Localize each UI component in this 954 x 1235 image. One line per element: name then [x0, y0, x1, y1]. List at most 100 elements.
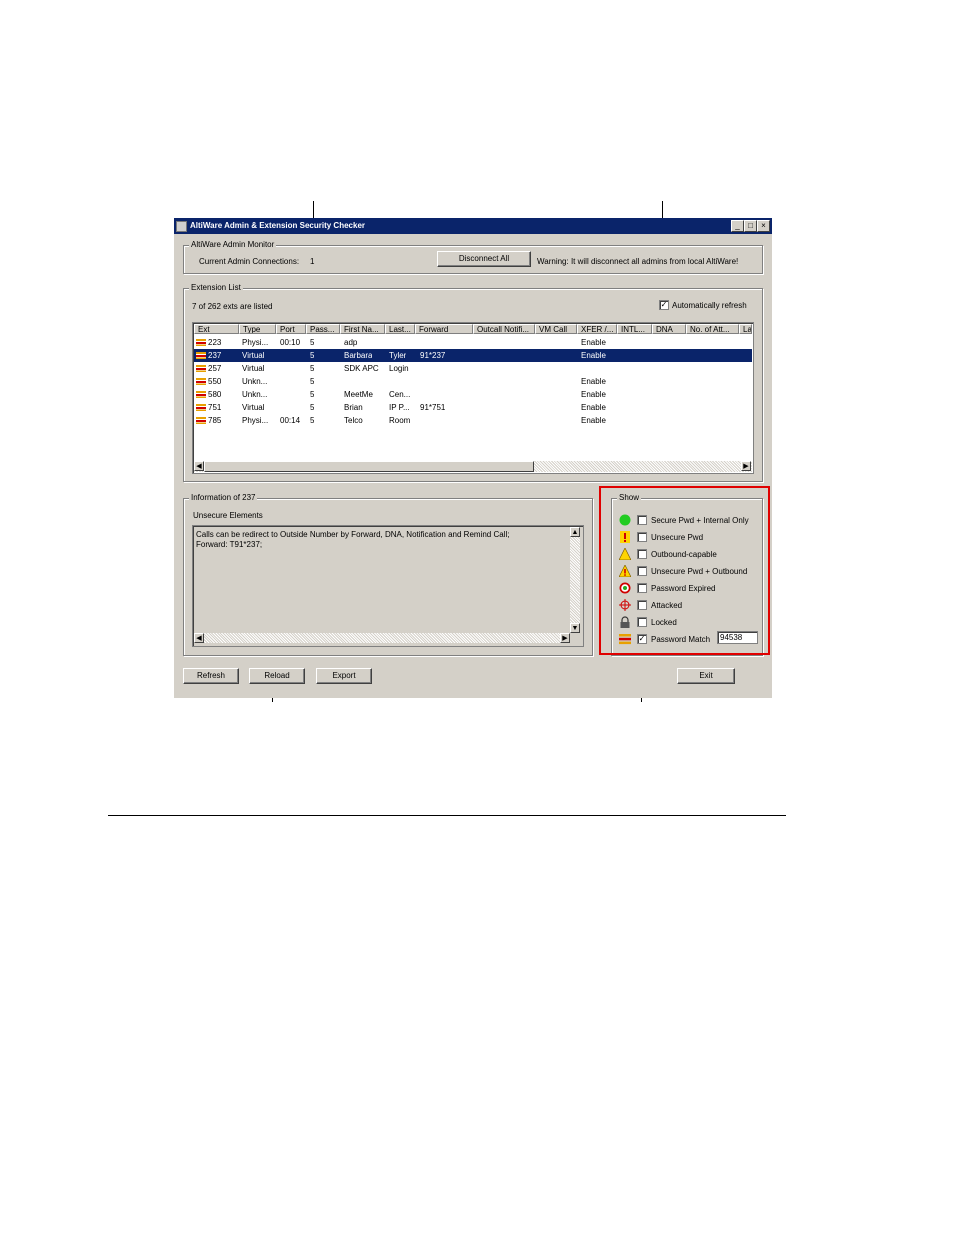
information-text-area[interactable]: Calls can be redirect to Outside Number … [192, 525, 584, 647]
info-scroll-up-button[interactable]: ▲ [570, 527, 580, 537]
col-outcall-notification[interactable]: Outcall Notifi... [473, 324, 535, 334]
table-row[interactable]: 785 Physi... 00:14 5 Telco Room Enable [194, 414, 752, 427]
cell-ext: 785 [208, 416, 222, 425]
cell-ext: 223 [208, 338, 222, 347]
info-hscroll-track[interactable] [204, 633, 560, 643]
cell-first: Brian [344, 403, 363, 412]
admin-connections-label: Current Admin Connections: [199, 257, 300, 266]
info-vscroll-track[interactable] [570, 537, 580, 623]
password-match-icon [196, 404, 206, 411]
cell-first: Telco [344, 416, 363, 425]
table-row[interactable]: 550 Unkn... 5 Enable [194, 375, 752, 388]
window-title: AltiWare Admin & Extension Security Chec… [190, 221, 366, 230]
info-line-1: Calls can be redirect to Outside Number … [196, 530, 510, 539]
information-label: Information of 237 [189, 493, 258, 502]
cell-forward: 91*237 [420, 351, 446, 360]
maximize-button[interactable]: □ [744, 220, 757, 232]
cell-ext: 237 [208, 351, 222, 360]
cell-pass: 5 [310, 364, 315, 373]
scroll-left-button[interactable]: ◀ [194, 461, 204, 471]
unsecure-elements-title: Unsecure Elements [193, 511, 263, 520]
info-scroll-right-button[interactable]: ▶ [560, 633, 570, 643]
info-line-2: Forward: T91*237; [196, 540, 263, 549]
cell-first: adp [344, 338, 358, 347]
scroll-thumb[interactable] [204, 461, 534, 472]
password-match-icon [196, 365, 206, 372]
table-row-selected[interactable]: 237 Virtual 5 Barbara Tyler 91*237 Enabl… [194, 349, 752, 362]
cell-pass: 5 [310, 390, 315, 399]
app-icon [176, 221, 187, 232]
cell-port: 00:14 [280, 416, 301, 425]
col-forward[interactable]: Forward [415, 324, 473, 334]
cell-xfer: Enable [581, 338, 606, 347]
cell-pass: 5 [310, 416, 315, 425]
col-last[interactable]: La [739, 324, 752, 334]
col-last-name[interactable]: Last... [385, 324, 415, 334]
cell-ext: 751 [208, 403, 222, 412]
cell-last: Cen... [389, 390, 411, 399]
minimize-button[interactable]: _ [731, 220, 744, 232]
cell-forward: 91*751 [420, 403, 446, 412]
cell-first: MeetMe [344, 390, 373, 399]
cell-pass: 5 [310, 377, 315, 386]
extension-table[interactable]: Ext Type Port Pass... First Na... Last..… [192, 322, 754, 474]
close-button[interactable]: × [757, 220, 770, 232]
refresh-button[interactable]: Refresh [183, 668, 239, 684]
cell-last: IP P... [389, 403, 410, 412]
table-row[interactable]: 257 Virtual 5 SDK APC Login [194, 362, 752, 375]
cell-port: 00:10 [280, 338, 301, 347]
cell-pass: 5 [310, 403, 315, 412]
exit-button[interactable]: Exit [677, 668, 735, 684]
table-row[interactable]: 751 Virtual 5 Brian IP P... 91*751 Enabl… [194, 401, 752, 414]
table-horizontal-scrollbar[interactable]: ◀ ▶ [194, 461, 752, 472]
admin-monitor-group: AltiWare Admin Monitor Current Admin Con… [183, 240, 763, 274]
export-button[interactable]: Export [316, 668, 372, 684]
cell-last: Tyler [389, 351, 407, 360]
disconnect-all-button[interactable]: Disconnect All [437, 251, 531, 267]
cell-xfer: Enable [581, 416, 606, 425]
auto-refresh-label: Automatically refresh [672, 301, 747, 310]
col-port[interactable]: Port [276, 324, 306, 334]
col-pass[interactable]: Pass... [306, 324, 340, 334]
cell-pass: 5 [310, 351, 315, 360]
cell-last: Login [389, 364, 409, 373]
password-match-icon [196, 391, 206, 398]
table-row[interactable]: 223 Physi... 00:10 5 adp Enable [194, 336, 752, 349]
admin-connections-value: 1 [310, 257, 315, 266]
disconnect-warning: Warning: It will disconnect all admins f… [537, 257, 739, 266]
col-dna[interactable]: DNA [652, 324, 686, 334]
info-scroll-down-button[interactable]: ▼ [570, 623, 580, 633]
password-match-icon [196, 417, 206, 424]
table-row[interactable]: 580 Unkn... 5 MeetMe Cen... Enable [194, 388, 752, 401]
show-highlight-box [599, 486, 770, 655]
password-match-icon [196, 339, 206, 346]
extension-list-label: Extension List [189, 283, 243, 292]
cell-first: Barbara [344, 351, 373, 360]
cell-xfer: Enable [581, 390, 606, 399]
cell-type: Unkn... [242, 390, 268, 399]
cell-type: Unkn... [242, 377, 268, 386]
table-header: Ext Type Port Pass... First Na... Last..… [194, 324, 752, 335]
cell-ext: 550 [208, 377, 222, 386]
scroll-right-button[interactable]: ▶ [741, 461, 751, 471]
reload-button[interactable]: Reload [249, 668, 305, 684]
admin-monitor-label: AltiWare Admin Monitor [189, 240, 277, 249]
cell-type: Physi... [242, 416, 269, 425]
cell-type: Virtual [242, 364, 265, 373]
col-type[interactable]: Type [239, 324, 276, 334]
col-vm-call[interactable]: VM Call [535, 324, 577, 334]
auto-refresh-checkbox[interactable]: ✓ [659, 300, 669, 310]
password-match-icon [196, 352, 206, 359]
cell-ext: 580 [208, 390, 222, 399]
col-first-name[interactable]: First Na... [340, 324, 385, 334]
col-no-of-attempts[interactable]: No. of Att... [686, 324, 739, 334]
cell-last: Room [389, 416, 411, 425]
cell-type: Virtual [242, 351, 265, 360]
title-bar[interactable]: AltiWare Admin & Extension Security Chec… [174, 218, 772, 234]
info-scroll-left-button[interactable]: ◀ [194, 633, 204, 643]
col-intl[interactable]: INTL... [617, 324, 652, 334]
col-xfer[interactable]: XFER /... [577, 324, 617, 334]
col-ext[interactable]: Ext [194, 324, 239, 334]
cell-pass: 5 [310, 338, 315, 347]
cell-xfer: Enable [581, 403, 606, 412]
